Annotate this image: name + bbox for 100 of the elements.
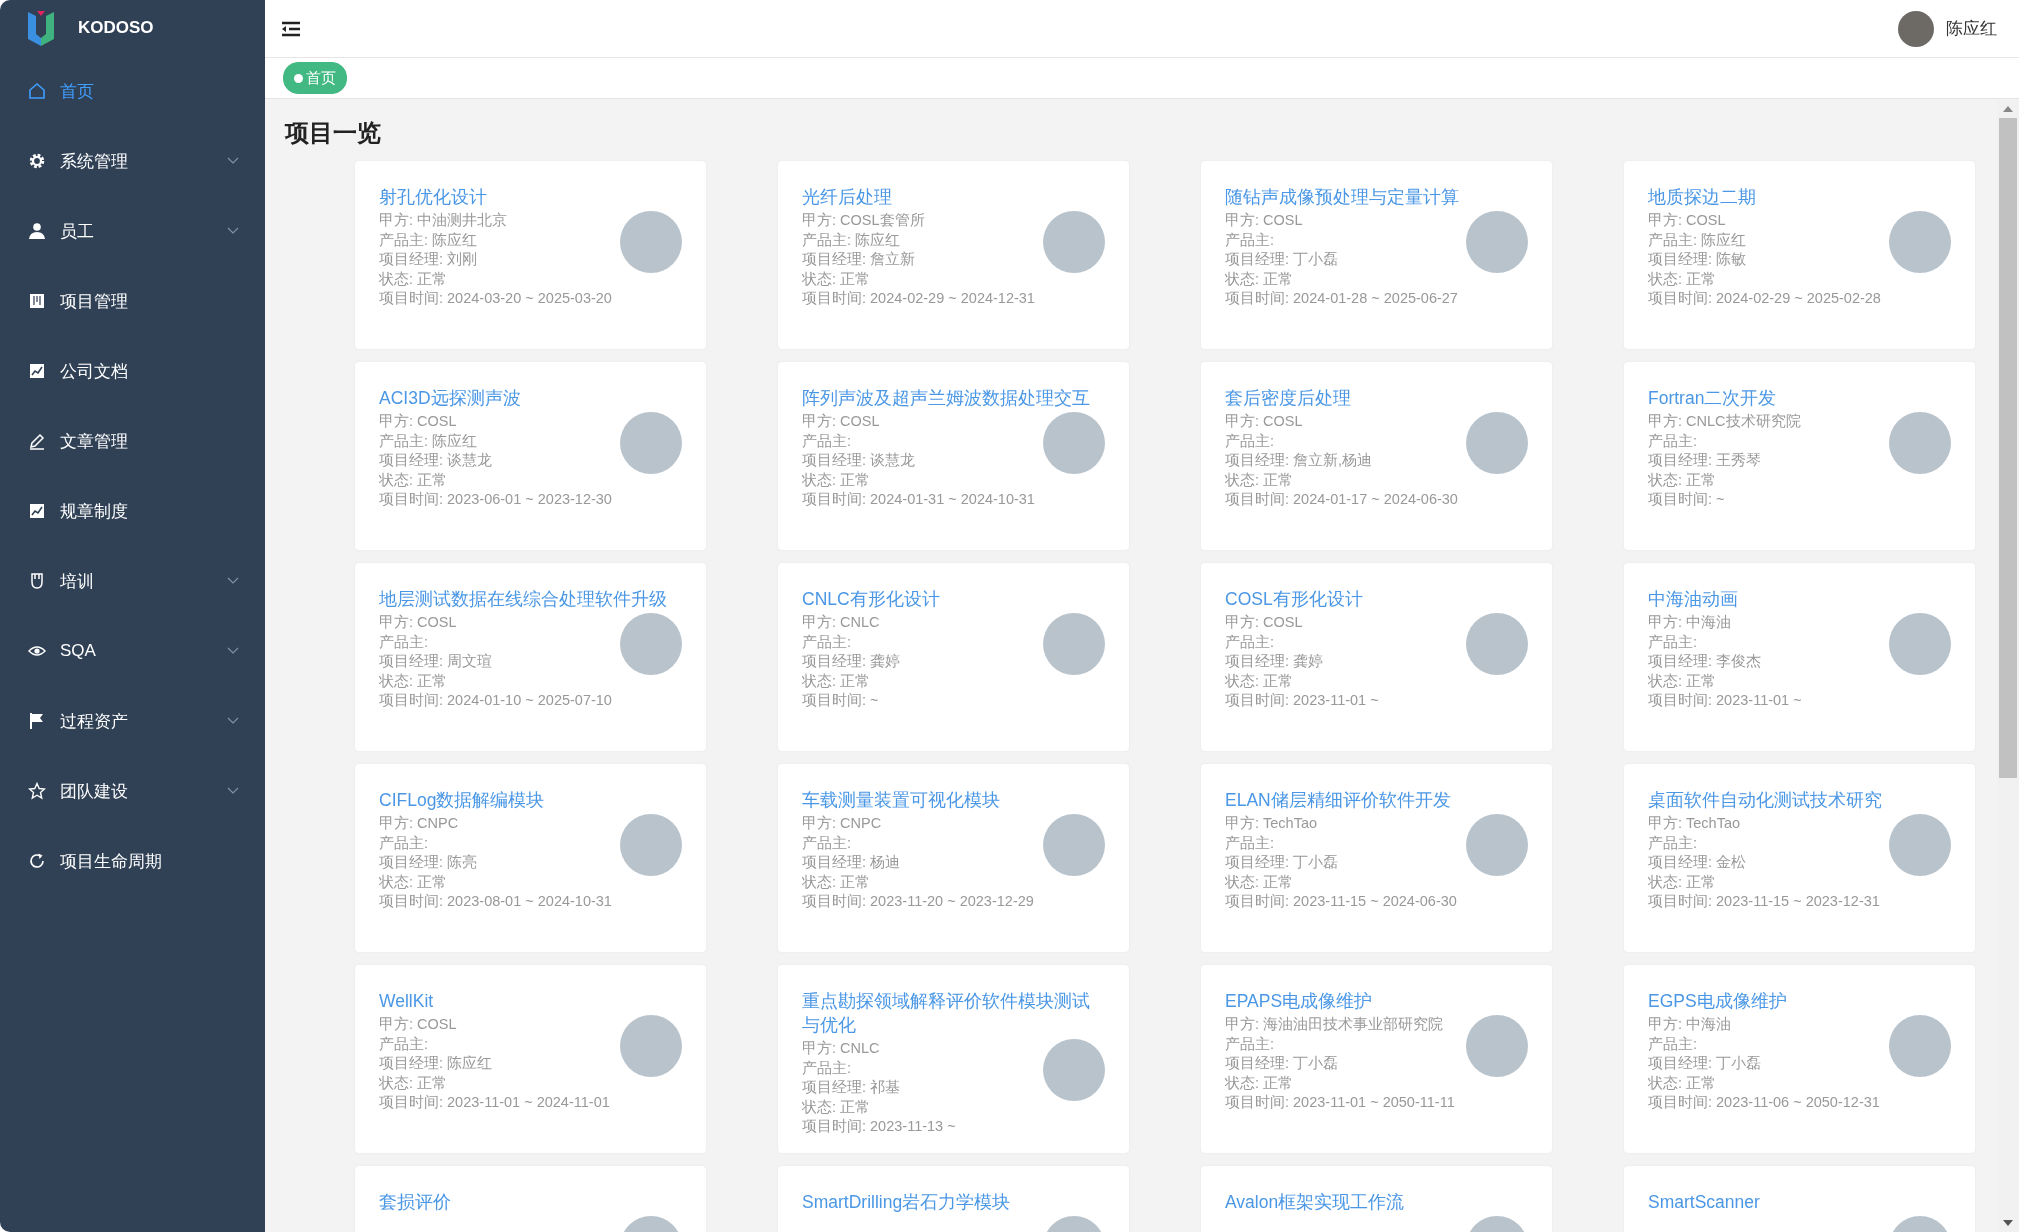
project-detail: 产品主: [379,833,430,853]
project-card[interactable]: WellKit 甲方: COSL 产品主: 项目经理: 陈应红 状态: 正常 项目时间: 2023-11-01 ~ 2024-11-01 [355,965,706,1153]
sidebar-item[interactable]: 文章管理 [0,406,265,476]
project-detail: 项目时间: 2024-01-17 ~ 2024-06-30 [1225,490,1458,510]
project-card[interactable]: 套损评价 [355,1166,706,1232]
sidebar-item[interactable]: SQA [0,616,265,686]
project-card[interactable]: Avalon框架实现工作流 [1201,1166,1552,1232]
project-title[interactable]: 车载测量装置可视化模块 [802,788,1105,812]
project-card[interactable]: ACI3D远探测声波 甲方: COSL 产品主: 陈应红 项目经理: 谈慧龙 状态: 正常 项目时间: 2023-06-01 ~ 2023-12-30 [355,362,706,550]
project-card[interactable]: SmartDrilling岩石力学模块 [778,1166,1129,1232]
project-title[interactable]: ACI3D远探测声波 [379,386,682,410]
project-detail: 项目时间: 2024-01-31 ~ 2024-10-31 [802,490,1035,510]
project-detail: 状态: 正常 [802,671,872,691]
scroll-up-icon[interactable] [2003,106,2013,112]
sidebar-item[interactable]: 系统管理 [0,126,265,196]
flag-icon [28,712,46,730]
sidebar-item[interactable]: 团队建设 [0,756,265,826]
sidebar-item[interactable]: 公司文档 [0,336,265,406]
sidebar-item[interactable]: 项目生命周期 [0,826,265,896]
sidebar-item[interactable]: 过程资产 [0,686,265,756]
project-title[interactable]: 射孔优化设计 [379,185,682,209]
project-card[interactable]: 重点勘探领域解释评价软件模块测试与优化 甲方: CNLC 产品主: 项目经理: 祁基 状态: 正常 项目时间: 2023-11-13 ~ [778,965,1129,1153]
project-detail: 项目经理: 陈亮 [379,853,479,873]
project-title[interactable]: 桌面软件自动化测试技术研究 [1648,788,1951,812]
project-detail: 项目经理: 刘刚 [379,250,479,270]
project-title[interactable]: 阵列声波及超声兰姆波数据处理交互 [802,386,1105,410]
project-title[interactable]: 套损评价 [379,1190,682,1214]
project-title[interactable]: Fortran二次开发 [1648,386,1951,410]
scrollbar-thumb[interactable] [1999,118,2017,778]
sidebar-item[interactable]: 项目管理 [0,266,265,336]
project-card[interactable]: 桌面软件自动化测试技术研究 甲方: TechTao 产品主: 项目经理: 金松 状态: 正常 项目时间: 2023-11-15 ~ 2023-12-31 [1624,764,1975,952]
project-card[interactable]: ELAN储层精细评价软件开发 甲方: TechTao 产品主: 项目经理: 丁小磊 状态: 正常 项目时间: 2023-11-15 ~ 2024-06-30 [1201,764,1552,952]
chart-icon [28,362,46,380]
project-detail: 项目时间: ~ [1648,490,1726,510]
project-detail: 项目经理: 丁小磊 [1648,1054,1763,1074]
chart-icon [28,292,46,310]
project-title[interactable]: 地层测试数据在线综合处理软件升级 [379,587,682,611]
project-card[interactable]: 车载测量装置可视化模块 甲方: CNPC 产品主: 项目经理: 杨迪 状态: 正常 项目时间: 2023-11-20 ~ 2023-12-29 [778,764,1129,952]
scroll-down-icon[interactable] [2003,1220,2013,1226]
user-avatar[interactable] [1898,10,1934,47]
cup-icon [28,572,46,590]
project-detail: 甲方: COSL [1225,613,1304,632]
project-detail: 甲方: TechTao [1648,814,1742,833]
project-card[interactable]: 中海油动画 甲方: 中海油 产品主: 项目经理: 李俊杰 状态: 正常 项目时间: 2023-11-01 ~ [1624,563,1975,751]
project-detail: 状态: 正常 [379,1073,449,1093]
project-detail: 状态: 正常 [802,470,872,490]
sidebar-item[interactable]: 培训 [0,546,265,616]
sidebar-item[interactable]: 首页 [0,56,265,126]
project-card[interactable]: COSL有形化设计 甲方: COSL 产品主: 项目经理: 龚婷 状态: 正常 项目时间: 2023-11-01 ~ [1201,563,1552,751]
project-title[interactable]: COSL有形化设计 [1225,587,1528,611]
project-card[interactable]: 套后密度后处理 甲方: COSL 产品主: 项目经理: 詹立新,杨迪 状态: 正常 项目时间: 2024-01-17 ~ 2024-06-30 [1201,362,1552,550]
project-card[interactable]: Fortran二次开发 甲方: CNLC技术研究院 产品主: 项目经理: 王秀琴 状态: 正常 项目时间: ~ [1624,362,1975,550]
project-title[interactable]: CIFLog数据解编模块 [379,788,682,812]
project-card[interactable]: CIFLog数据解编模块 甲方: CNPC 产品主: 项目经理: 陈亮 状态: 正常 项目时间: 2023-08-01 ~ 2024-10-31 [355,764,706,952]
menu-icon[interactable] [281,20,301,37]
project-card[interactable]: 射孔优化设计 甲方: 中油测井北京 产品主: 陈应红 项目经理: 刘刚 状态: 正常 项目时间: 2024-03-20 ~ 2025-03-20 [355,161,706,349]
project-detail: 产品主: [1225,431,1276,451]
project-detail: 产品主: 陈应红 [1648,230,1748,250]
project-detail: 甲方: COSL [379,613,458,632]
project-card[interactable]: 光纤后处理 甲方: COSL套管所 产品主: 陈应红 项目经理: 詹立新 状态: 正常 项目时间: 2024-02-29 ~ 2024-12-31 [778,161,1129,349]
project-detail: 产品主: [802,632,853,652]
project-title[interactable]: ELAN储层精细评价软件开发 [1225,788,1528,812]
project-card[interactable]: CNLC有形化设计 甲方: CNLC 产品主: 项目经理: 龚婷 状态: 正常 项目时间: ~ [778,563,1129,751]
project-detail: 项目经理: 龚婷 [802,652,902,672]
sidebar-item[interactable]: 员工 [0,196,265,266]
project-card[interactable]: 地层测试数据在线综合处理软件升级 甲方: COSL 产品主: 项目经理: 周文瑄 状态: 正常 项目时间: 2024-01-10 ~ 2025-07-10 [355,563,706,751]
project-card[interactable]: 阵列声波及超声兰姆波数据处理交互 甲方: COSL 产品主: 项目经理: 谈慧龙 状态: 正常 项目时间: 2024-01-31 ~ 2024-10-31 [778,362,1129,550]
project-card[interactable]: EGPS电成像维护 甲方: 中海油 产品主: 项目经理: 丁小磊 状态: 正常 项目时间: 2023-11-06 ~ 2050-12-31 [1624,965,1975,1153]
project-detail: 甲方: CNLC [802,613,881,632]
user-name[interactable]: 陈应红 [1946,17,1997,40]
project-detail: 项目时间: 2023-06-01 ~ 2023-12-30 [379,490,612,510]
project-title[interactable]: 随钻声成像预处理与定量计算 [1225,185,1528,209]
project-detail: 项目时间: ~ [802,691,880,711]
project-card[interactable]: 随钻声成像预处理与定量计算 甲方: COSL 产品主: 项目经理: 丁小磊 状态: 正常 项目时间: 2024-01-28 ~ 2025-06-27 [1201,161,1552,349]
refresh-icon [28,852,46,870]
project-title[interactable]: SmartScanner [1648,1190,1951,1214]
project-detail: 产品主: [802,431,853,451]
project-title[interactable]: SmartDrilling岩石力学模块 [802,1190,1105,1214]
page-tag[interactable]: 首页 [283,62,347,94]
project-detail: 甲方: COSL套管所 [802,211,926,230]
project-title[interactable]: CNLC有形化设计 [802,587,1105,611]
project-detail: 产品主: [379,632,430,652]
project-title[interactable]: EPAPS电成像维护 [1225,989,1528,1013]
person-icon [28,222,46,240]
project-card[interactable]: SmartScanner [1624,1166,1975,1232]
project-card[interactable]: EPAPS电成像维护 甲方: 海油油田技术事业部研究院 产品主: 项目经理: 丁小磊 状态: 正常 项目时间: 2023-11-01 ~ 2050-11-11 [1201,965,1552,1153]
project-title[interactable]: EGPS电成像维护 [1648,989,1951,1013]
project-title[interactable]: 套后密度后处理 [1225,386,1528,410]
project-card[interactable]: 地质探边二期 甲方: COSL 产品主: 陈应红 项目经理: 陈敏 状态: 正常 项目时间: 2024-02-29 ~ 2025-02-28 [1624,161,1975,349]
project-title[interactable]: 地质探边二期 [1648,185,1951,209]
project-detail: 项目时间: 2023-11-20 ~ 2023-12-29 [802,892,1035,912]
project-title[interactable]: 重点勘探领域解释评价软件模块测试与优化 [802,989,1105,1037]
project-title[interactable]: WellKit [379,989,682,1013]
project-title[interactable]: 光纤后处理 [802,185,1105,209]
sidebar-item[interactable]: 规章制度 [0,476,265,546]
project-title[interactable]: Avalon框架实现工作流 [1225,1190,1528,1214]
project-detail: 项目时间: 2023-08-01 ~ 2024-10-31 [379,892,612,912]
project-detail: 状态: 正常 [1648,1073,1718,1093]
logo-icon [26,9,56,47]
project-title[interactable]: 中海油动画 [1648,587,1951,611]
